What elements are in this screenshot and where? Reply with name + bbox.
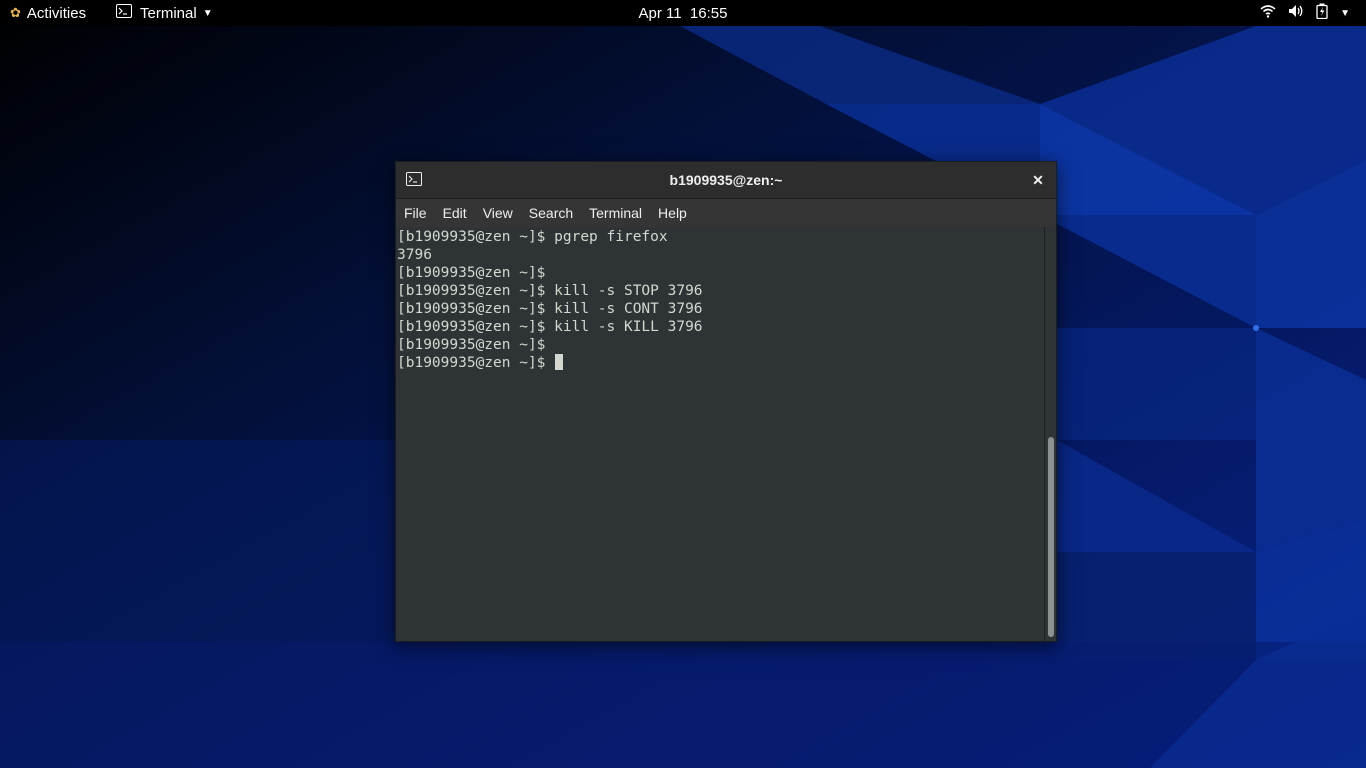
app-menu-label: Terminal bbox=[140, 4, 197, 22]
terminal-prompt-line[interactable]: [b1909935@zen ~]$ bbox=[397, 354, 703, 372]
activities-button[interactable]: ✿ Activities bbox=[10, 0, 86, 26]
terminal-icon[interactable] bbox=[406, 172, 422, 189]
desktop: ✿ Activities Terminal ▼ Apr 11 16:55 ▼ b… bbox=[0, 0, 1366, 768]
terminal-output[interactable]: [b1909935@zen ~]$ pgrep firefox 3796 [b1… bbox=[396, 227, 1056, 641]
menu-file[interactable]: File bbox=[396, 199, 435, 227]
close-icon: ✕ bbox=[1032, 171, 1044, 188]
activities-icon: ✿ bbox=[10, 5, 21, 20]
terminal-line: [b1909935@zen ~]$ pgrep firefox bbox=[397, 229, 668, 245]
terminal-line: [b1909935@zen ~]$ kill -s STOP 3796 bbox=[397, 283, 703, 299]
text-cursor bbox=[555, 354, 564, 370]
menu-terminal[interactable]: Terminal bbox=[581, 199, 650, 227]
menu-help[interactable]: Help bbox=[650, 199, 695, 227]
title-bar[interactable]: b1909935@zen:~ ✕ bbox=[396, 162, 1056, 199]
terminal-line: [b1909935@zen ~]$ kill -s KILL 3796 bbox=[397, 319, 703, 335]
scrollbar[interactable] bbox=[1044, 227, 1056, 641]
chevron-down-icon: ▼ bbox=[202, 7, 213, 19]
terminal-line: [b1909935@zen ~]$ bbox=[397, 337, 546, 353]
menu-view[interactable]: View bbox=[475, 199, 521, 227]
terminal-app-icon bbox=[116, 4, 132, 22]
battery-icon bbox=[1316, 3, 1328, 23]
clock-button[interactable]: Apr 11 16:55 bbox=[639, 5, 728, 22]
wifi-icon bbox=[1260, 4, 1276, 22]
prompt-text: [b1909935@zen ~]$ bbox=[397, 355, 555, 371]
close-button[interactable]: ✕ bbox=[1026, 168, 1050, 192]
terminal-lines: [b1909935@zen ~]$ pgrep firefox 3796 [b1… bbox=[397, 228, 703, 372]
terminal-line: [b1909935@zen ~]$ bbox=[397, 265, 546, 281]
system-menu-caret-icon: ▼ bbox=[1340, 7, 1350, 19]
menu-bar: File Edit View Search Terminal Help bbox=[396, 199, 1056, 227]
activities-label: Activities bbox=[26, 4, 87, 22]
window-title: b1909935@zen:~ bbox=[669, 172, 783, 188]
menu-edit[interactable]: Edit bbox=[435, 199, 475, 227]
volume-icon bbox=[1288, 4, 1304, 22]
terminal-line: [b1909935@zen ~]$ kill -s CONT 3796 bbox=[397, 301, 703, 317]
terminal-window[interactable]: b1909935@zen:~ ✕ File Edit View Search T… bbox=[395, 161, 1057, 642]
scrollbar-thumb[interactable] bbox=[1048, 437, 1054, 637]
system-tray[interactable]: ▼ bbox=[1260, 0, 1350, 26]
app-menu-button[interactable]: Terminal ▼ bbox=[116, 0, 213, 26]
terminal-line: 3796 bbox=[397, 247, 432, 263]
top-bar: ✿ Activities Terminal ▼ Apr 11 16:55 ▼ bbox=[0, 0, 1366, 26]
menu-search[interactable]: Search bbox=[521, 199, 581, 227]
